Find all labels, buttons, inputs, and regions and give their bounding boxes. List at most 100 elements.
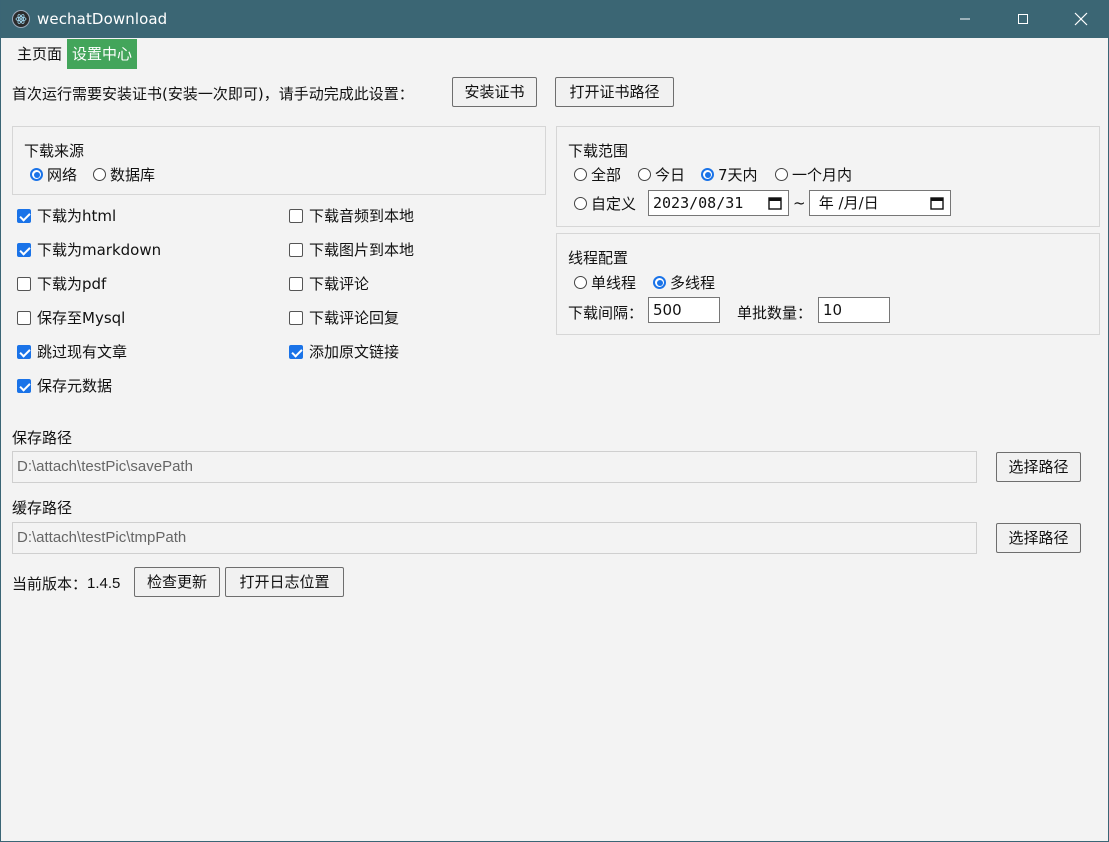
save-metadata-label: 保存元数据 [37, 377, 113, 395]
open-cert-path-button[interactable]: 打开证书路径 [555, 77, 674, 107]
thread-option-multi[interactable]: 多线程 [653, 272, 715, 293]
tmp-path-input[interactable]: D:\attach\testPic\tmpPath [12, 522, 977, 554]
download-images-label: 下载图片到本地 [309, 241, 415, 259]
range-option-month[interactable]: 一个月内 [775, 164, 852, 185]
option-save-metadata[interactable]: 保存元数据 [17, 375, 112, 396]
maximize-icon [1018, 14, 1028, 24]
skip-existing-checkbox[interactable] [17, 344, 31, 359]
add-source-link-checkbox[interactable] [289, 344, 303, 359]
range-option-today[interactable]: 今日 [638, 164, 685, 185]
option-save-mysql[interactable]: 保存至Mysql [17, 307, 125, 328]
range-today-label: 今日 [655, 166, 686, 184]
range-all-radio[interactable] [574, 168, 587, 181]
download-source-title: 下载来源 [24, 142, 85, 160]
range-custom-radio[interactable] [574, 197, 587, 210]
download-images-checkbox[interactable] [289, 242, 303, 257]
range-month-label: 一个月内 [792, 166, 853, 184]
save-metadata-checkbox[interactable] [17, 378, 31, 393]
calendar-icon[interactable] [768, 196, 782, 210]
thread-multi-radio[interactable] [653, 276, 666, 289]
maximize-button[interactable] [994, 0, 1052, 38]
close-icon [1074, 12, 1088, 26]
open-log-button[interactable]: 打开日志位置 [225, 567, 344, 597]
download-comment-replies-label: 下载评论回复 [309, 309, 400, 327]
download-audio-checkbox[interactable] [289, 208, 303, 223]
save-path-input[interactable]: D:\attach\testPic\savePath [12, 451, 977, 483]
window-title: wechatDownload [37, 10, 168, 28]
start-date-input[interactable]: 2023/08/31 [648, 190, 789, 216]
option-download-audio[interactable]: 下载音频到本地 [289, 205, 414, 226]
thread-multi-label: 多线程 [670, 274, 716, 292]
download-comments-checkbox[interactable] [289, 276, 303, 291]
minimize-icon [960, 18, 970, 20]
option-download-comments[interactable]: 下载评论 [289, 273, 369, 294]
range-all-label: 全部 [591, 166, 622, 184]
source-option-database[interactable]: 数据库 [93, 164, 155, 185]
download-markdown-label: 下载为markdown [37, 241, 162, 259]
menu-bar: 主页面 设置中心 [12, 39, 138, 69]
download-comments-label: 下载评论 [309, 275, 370, 293]
range-custom-label: 自定义 [591, 195, 637, 213]
thread-config-title: 线程配置 [568, 249, 629, 267]
option-skip-existing[interactable]: 跳过现有文章 [17, 341, 127, 362]
choose-save-path-button[interactable]: 选择路径 [996, 452, 1081, 482]
interval-label: 下载间隔： [568, 304, 644, 322]
source-network-radio[interactable] [30, 168, 43, 181]
title-bar[interactable]: wechatDownload [1, 0, 1109, 38]
option-download-comment-replies[interactable]: 下载评论回复 [289, 307, 399, 328]
download-range-title: 下载范围 [568, 142, 629, 160]
version-info: 当前版本： 1.4.5 [12, 573, 120, 594]
end-date-value: 年 /月/日 [814, 194, 879, 212]
option-download-images[interactable]: 下载图片到本地 [289, 239, 414, 260]
save-path-label: 保存路径 [12, 429, 73, 447]
end-date-input[interactable]: 年 /月/日 [809, 190, 951, 216]
install-cert-button[interactable]: 安装证书 [452, 77, 537, 107]
download-markdown-checkbox[interactable] [17, 242, 31, 257]
calendar-icon[interactable] [930, 196, 944, 210]
source-network-label: 网络 [47, 166, 78, 184]
source-database-label: 数据库 [110, 166, 156, 184]
check-update-button[interactable]: 检查更新 [134, 567, 220, 597]
download-pdf-checkbox[interactable] [17, 276, 31, 291]
interval-input[interactable]: 500 [648, 297, 720, 323]
electron-logo-icon [12, 10, 30, 28]
option-download-markdown[interactable]: 下载为markdown [17, 239, 161, 260]
thread-single-label: 单线程 [591, 274, 637, 292]
batch-label: 单批数量： [737, 304, 813, 322]
menu-item-settings[interactable]: 设置中心 [67, 39, 138, 69]
date-separator: ~ [793, 194, 806, 212]
save-mysql-checkbox[interactable] [17, 310, 31, 325]
minimize-button[interactable] [936, 0, 994, 38]
batch-input[interactable]: 10 [818, 297, 890, 323]
option-download-pdf[interactable]: 下载为pdf [17, 273, 106, 294]
range-7days-radio[interactable] [701, 168, 714, 181]
start-date-value: 2023/08/31 [653, 194, 744, 212]
range-today-radio[interactable] [638, 168, 651, 181]
download-source-panel: 下载来源 网络 数据库 [12, 126, 546, 195]
option-download-html[interactable]: 下载为html [17, 205, 116, 226]
download-pdf-label: 下载为pdf [37, 275, 107, 293]
range-option-7days[interactable]: 7天内 [701, 164, 758, 185]
menu-item-home[interactable]: 主页面 [12, 39, 67, 69]
cert-notice: 首次运行需要安装证书(安装一次即可)，请手动完成此设置： [12, 85, 414, 103]
option-add-source-link[interactable]: 添加原文链接 [289, 341, 399, 362]
download-range-panel: 下载范围 全部 今日 7天内 一个月内 自定义 2023/08/31 ~ 年 /… [556, 126, 1100, 227]
thread-option-single[interactable]: 单线程 [574, 272, 636, 293]
app-window: wechatDownload 主页面 设置中心 首次运行需要安装证书(安装一次即… [0, 0, 1109, 842]
close-button[interactable] [1052, 0, 1109, 38]
source-option-network[interactable]: 网络 [30, 164, 77, 185]
choose-tmp-path-button[interactable]: 选择路径 [996, 523, 1081, 553]
download-comment-replies-checkbox[interactable] [289, 310, 303, 325]
thread-single-radio[interactable] [574, 276, 587, 289]
download-html-checkbox[interactable] [17, 208, 31, 223]
range-option-all[interactable]: 全部 [574, 164, 621, 185]
source-database-radio[interactable] [93, 168, 106, 181]
range-option-custom[interactable]: 自定义 [574, 193, 636, 214]
download-audio-label: 下载音频到本地 [309, 207, 415, 225]
add-source-link-label: 添加原文链接 [309, 343, 400, 361]
version-label: 当前版本： [12, 575, 88, 593]
range-7days-label: 7天内 [718, 166, 758, 184]
thread-config-panel: 线程配置 单线程 多线程 下载间隔： 500 单批数量： 10 [556, 233, 1100, 335]
version-value: 1.4.5 [87, 575, 121, 592]
range-month-radio[interactable] [775, 168, 788, 181]
